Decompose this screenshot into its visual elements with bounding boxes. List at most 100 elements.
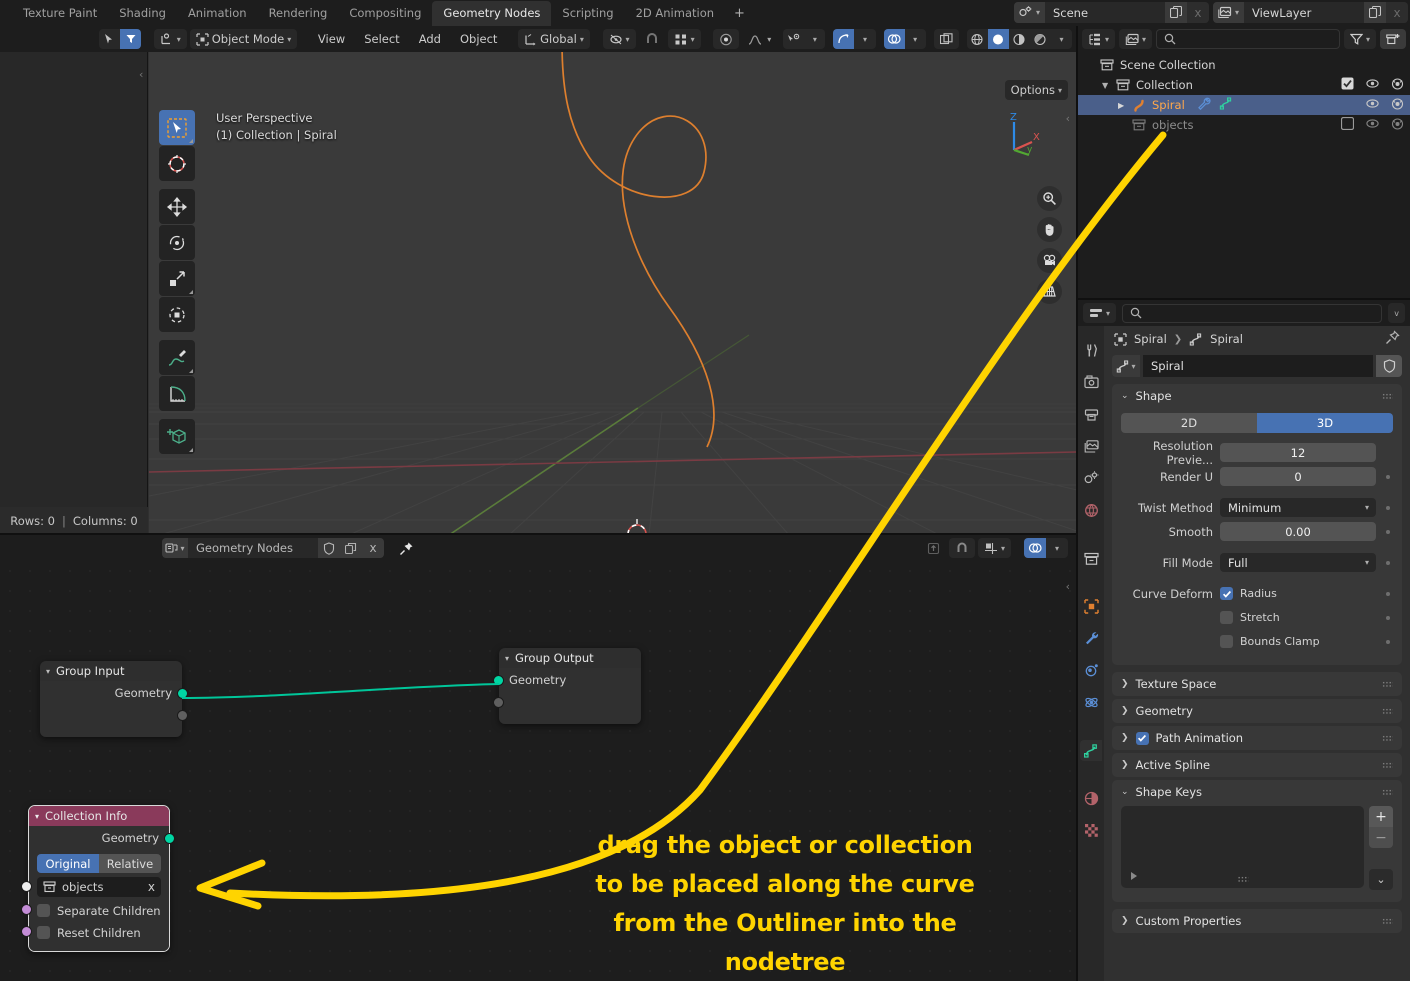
virtual-socket[interactable] xyxy=(493,697,504,708)
panel-header-shape-keys[interactable]: ⌄ Shape Keys xyxy=(1112,780,1402,804)
object-visibility-icon[interactable] xyxy=(783,29,804,49)
filter-funnel-icon[interactable] xyxy=(120,29,141,49)
dimensions-toggle[interactable]: 2D 3D xyxy=(1121,413,1393,433)
menu-select[interactable]: Select xyxy=(356,29,407,49)
workspace-tab-shading[interactable]: Shading xyxy=(108,1,177,26)
shading-mode-group[interactable]: ▾ xyxy=(967,29,1072,49)
new-viewlayer-button[interactable] xyxy=(1364,2,1386,23)
separate-children-socket[interactable] xyxy=(21,904,32,915)
chevron-down-icon[interactable]: ▾ xyxy=(804,29,825,49)
properties-world-tab[interactable] xyxy=(1080,500,1102,521)
snap-magnet-icon[interactable] xyxy=(639,29,665,49)
panel-grip-icon[interactable] xyxy=(1382,762,1393,769)
properties-modifier-tab[interactable] xyxy=(1080,628,1102,649)
node-group-input[interactable]: ▾ Group Input Geometry xyxy=(40,661,182,737)
chevron-down-icon[interactable]: ⌄ xyxy=(1121,391,1129,401)
menu-view[interactable]: View xyxy=(310,29,353,49)
dimension-2d-button[interactable]: 2D xyxy=(1121,413,1257,433)
reset-children-socket[interactable] xyxy=(21,926,32,937)
curve-data-name-field[interactable]: Spiral xyxy=(1143,355,1373,377)
editor-type-3dview-icon[interactable]: ▾ xyxy=(154,29,187,49)
value-smooth[interactable]: 0.00 xyxy=(1220,522,1376,541)
measure-tool[interactable] xyxy=(159,376,195,411)
unlink-scene-button[interactable]: x xyxy=(1187,2,1209,23)
chevron-down-icon[interactable]: ▾ xyxy=(1051,29,1072,49)
animate-property-dot[interactable] xyxy=(1383,506,1393,510)
outliner-row-objects[interactable]: objects xyxy=(1078,115,1410,135)
panel-grip-icon[interactable] xyxy=(1382,681,1393,688)
editor-type-geometrynodes-icon[interactable]: ▾ xyxy=(162,538,188,558)
wireframe-shading-icon[interactable] xyxy=(967,29,988,49)
new-collection-button[interactable] xyxy=(1380,29,1406,49)
node-header[interactable]: ▾ Collection Info xyxy=(29,806,169,826)
node-header[interactable]: ▾ Group Output xyxy=(499,648,641,668)
panel-grip-icon[interactable] xyxy=(1382,735,1393,742)
snap-pivot-selector[interactable]: ▾ xyxy=(603,29,636,49)
panel-header-geometry[interactable]: ❯ Geometry xyxy=(1112,699,1402,723)
go-to-parent-icon[interactable] xyxy=(921,538,946,558)
list-resize-grip[interactable] xyxy=(1237,876,1248,883)
node-sidebar-collapse-arrow[interactable]: ‹ xyxy=(1066,580,1070,593)
properties-search-input[interactable] xyxy=(1122,304,1382,323)
chevron-right-icon[interactable]: ❯ xyxy=(1121,733,1129,743)
add-cube-tool[interactable] xyxy=(159,419,195,454)
properties-material-tab[interactable] xyxy=(1080,788,1102,809)
camera-view-icon[interactable] xyxy=(1037,248,1062,273)
checkbox-radius[interactable] xyxy=(1220,587,1233,600)
properties-collection-tab[interactable] xyxy=(1080,548,1102,569)
node-overlays-group[interactable]: ▾ xyxy=(1024,538,1068,558)
expand-triangle-icon[interactable]: ▶ xyxy=(1118,101,1132,110)
new-copy-icon[interactable] xyxy=(340,538,362,558)
properties-render-tab[interactable] xyxy=(1080,372,1102,393)
properties-view-layer-tab[interactable] xyxy=(1080,436,1102,457)
proportional-falloff-icon[interactable]: ▾ xyxy=(742,29,777,49)
zoom-icon[interactable] xyxy=(1037,186,1062,211)
chevron-down-icon[interactable]: ▾ xyxy=(505,654,509,663)
node-header[interactable]: ▾ Group Input xyxy=(40,661,182,681)
chevron-down-icon[interactable]: ▾ xyxy=(854,29,875,49)
workspace-tab-2d-animation[interactable]: 2D Animation xyxy=(625,1,725,26)
expand-triangle-icon[interactable]: ▼ xyxy=(1102,81,1116,90)
chevron-right-icon[interactable]: ❯ xyxy=(1121,916,1129,926)
properties-options-button[interactable]: v xyxy=(1388,303,1405,323)
nodetree-name[interactable]: Geometry Nodes xyxy=(188,541,318,555)
new-scene-button[interactable] xyxy=(1165,2,1187,23)
animate-property-dot[interactable] xyxy=(1383,640,1393,644)
panel-active-spline[interactable]: ❯ Active Spline xyxy=(1112,753,1402,777)
scene-name[interactable]: Scene xyxy=(1045,6,1165,20)
gizmo-toggle-group[interactable]: ▾ xyxy=(833,29,875,49)
node-input-geometry[interactable]: Geometry xyxy=(499,668,641,692)
visibility-eye-icon[interactable] xyxy=(1366,78,1379,92)
rendered-shading-icon[interactable] xyxy=(1030,29,1051,49)
outliner-checkbox[interactable] xyxy=(1341,77,1354,93)
filter-id-icon[interactable]: ▾ xyxy=(1119,29,1152,49)
viewlayer-name[interactable]: ViewLayer xyxy=(1244,6,1364,20)
toggle-relative[interactable]: Relative xyxy=(99,854,161,873)
checkbox-box[interactable] xyxy=(37,904,50,917)
properties-tool-tab[interactable] xyxy=(1080,340,1102,361)
outliner-checkbox[interactable] xyxy=(1341,117,1354,133)
outliner-row-scene-collection[interactable]: Scene Collection xyxy=(1078,55,1410,75)
area-separator-right[interactable] xyxy=(1078,298,1410,300)
menu-object[interactable]: Object xyxy=(452,29,505,49)
node-group-output[interactable]: ▾ Group Output Geometry xyxy=(499,648,641,724)
chevron-right-icon[interactable]: ❯ xyxy=(1121,679,1129,689)
collection-field[interactable]: objects x xyxy=(37,877,161,897)
geometry-socket[interactable] xyxy=(493,675,504,686)
workspace-tab-rendering[interactable]: Rendering xyxy=(258,1,339,26)
animate-property-dot[interactable] xyxy=(1383,616,1393,620)
properties-output-tab[interactable] xyxy=(1080,404,1102,425)
panel-custom-properties[interactable]: ❯ Custom Properties xyxy=(1112,909,1402,933)
menu-add[interactable]: Add xyxy=(411,29,449,49)
workspace-tab-animation[interactable]: Animation xyxy=(177,1,258,26)
workspace-tab-scripting[interactable]: Scripting xyxy=(551,1,624,26)
geometry-socket[interactable] xyxy=(164,833,175,844)
outliner-search-input[interactable] xyxy=(1156,29,1340,49)
outliner-display-mode-icon[interactable]: ▾ xyxy=(1082,29,1115,49)
pin-icon[interactable] xyxy=(393,538,420,558)
checkbox-bounds-clamp[interactable] xyxy=(1220,635,1233,648)
toggle-perspective-icon[interactable] xyxy=(1037,279,1062,304)
animate-property-dot[interactable] xyxy=(1383,530,1393,534)
dimension-3d-button[interactable]: 3D xyxy=(1257,413,1393,433)
expand-list-icon[interactable] xyxy=(1131,870,1137,883)
